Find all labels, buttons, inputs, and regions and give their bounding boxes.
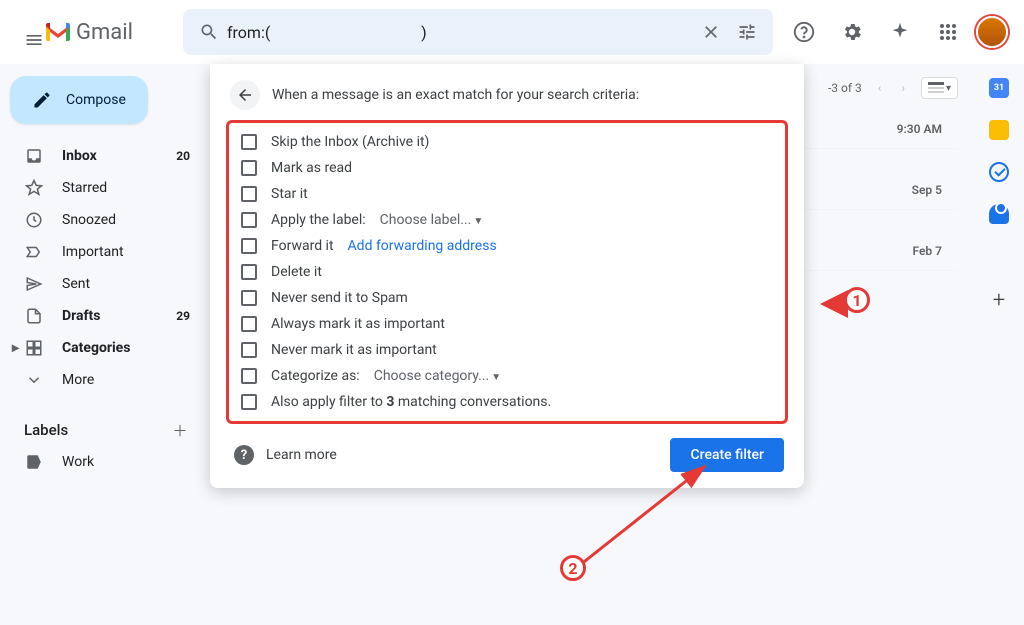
checkbox-icon[interactable] xyxy=(241,316,257,332)
nav-starred[interactable]: Starred xyxy=(0,172,202,204)
arrow-icon xyxy=(570,455,730,575)
sidebar: Compose Inbox20 Starred Snoozed Importan… xyxy=(0,64,210,625)
contacts-icon[interactable] xyxy=(989,204,1009,224)
filter-heading: When a message is an exact match for you… xyxy=(272,87,639,103)
checkbox-icon[interactable] xyxy=(241,134,257,150)
hamburger-icon[interactable] xyxy=(16,22,36,42)
header-actions xyxy=(784,12,1008,52)
option-skip-inbox[interactable]: Skip the Inbox (Archive it) xyxy=(237,129,777,155)
user-avatar[interactable] xyxy=(976,16,1008,48)
category-dropdown[interactable]: Choose category...▼ xyxy=(374,368,501,384)
drafts-icon xyxy=(24,306,44,326)
learn-more-link[interactable]: Learn more xyxy=(266,447,337,463)
checkbox-icon[interactable] xyxy=(241,160,257,176)
option-always-important[interactable]: Always mark it as important xyxy=(237,311,777,337)
inbox-icon xyxy=(24,146,44,166)
option-categorize[interactable]: Categorize as:Choose category...▼ xyxy=(237,363,777,389)
nav-important[interactable]: Important xyxy=(0,236,202,268)
checkbox-icon[interactable] xyxy=(241,212,257,228)
chevron-down-icon xyxy=(24,370,44,390)
categories-icon xyxy=(24,338,44,358)
back-button[interactable] xyxy=(230,80,260,110)
label-dropdown[interactable]: Choose label...▼ xyxy=(380,212,484,228)
labels-header: Labels ＋ xyxy=(0,414,202,446)
prev-page-icon[interactable]: ‹ xyxy=(874,77,886,99)
help-icon[interactable] xyxy=(784,12,824,52)
search-bar[interactable] xyxy=(183,9,773,55)
checkbox-icon[interactable] xyxy=(241,238,257,254)
keep-icon[interactable] xyxy=(989,120,1009,140)
apps-icon[interactable] xyxy=(928,12,968,52)
checkbox-icon[interactable] xyxy=(241,290,257,306)
side-panel: + xyxy=(974,64,1024,625)
annotation-badge-2: 2 xyxy=(560,555,586,581)
option-never-important[interactable]: Never mark it as important xyxy=(237,337,777,363)
sent-icon xyxy=(24,274,44,294)
annotation-1: 1 xyxy=(820,290,848,318)
tasks-icon[interactable] xyxy=(989,162,1009,182)
checkbox-icon[interactable] xyxy=(241,186,257,202)
header: Gmail xyxy=(0,0,1024,64)
clear-icon[interactable] xyxy=(693,14,729,50)
option-never-spam[interactable]: Never send it to Spam xyxy=(237,285,777,311)
nav-sent[interactable]: Sent xyxy=(0,268,202,300)
tune-icon[interactable] xyxy=(729,14,765,50)
star-icon xyxy=(24,178,44,198)
nav-drafts[interactable]: Drafts29 xyxy=(0,300,202,332)
search-icon[interactable] xyxy=(191,14,227,50)
search-input[interactable] xyxy=(227,23,693,42)
compose-label: Compose xyxy=(66,92,126,108)
checkbox-icon[interactable] xyxy=(241,368,257,384)
filter-panel: When a message is an exact match for you… xyxy=(210,64,804,488)
split-pane-button[interactable]: ▾ xyxy=(921,77,958,99)
gmail-logo[interactable]: Gmail xyxy=(44,20,133,45)
add-forwarding-link[interactable]: Add forwarding address xyxy=(348,238,497,254)
nav-categories[interactable]: ▸Categories xyxy=(0,332,202,364)
compose-button[interactable]: Compose xyxy=(10,76,148,124)
tag-icon xyxy=(24,452,44,472)
clock-icon xyxy=(24,210,44,230)
filter-options-box: Skip the Inbox (Archive it) Mark as read… xyxy=(226,120,788,424)
option-apply-label[interactable]: Apply the label:Choose label...▼ xyxy=(237,207,777,233)
important-icon xyxy=(24,242,44,262)
option-forward-it[interactable]: Forward itAdd forwarding address xyxy=(237,233,777,259)
nav-more[interactable]: More xyxy=(0,364,202,396)
checkbox-icon[interactable] xyxy=(241,264,257,280)
nav-snoozed[interactable]: Snoozed xyxy=(0,204,202,236)
nav-inbox[interactable]: Inbox20 xyxy=(0,140,202,172)
calendar-icon[interactable] xyxy=(989,78,1009,98)
annotation-badge-1: 1 xyxy=(844,287,870,313)
label-work[interactable]: Work xyxy=(0,446,202,478)
settings-icon[interactable] xyxy=(832,12,872,52)
next-page-icon[interactable]: › xyxy=(897,77,909,99)
option-star-it[interactable]: Star it xyxy=(237,181,777,207)
addons-plus-icon[interactable]: + xyxy=(993,288,1005,313)
option-mark-read[interactable]: Mark as read xyxy=(237,155,777,181)
logo-text: Gmail xyxy=(76,20,133,45)
help-badge-icon[interactable]: ? xyxy=(234,445,254,465)
add-label-icon[interactable]: ＋ xyxy=(170,420,190,440)
checkbox-icon[interactable] xyxy=(241,342,257,358)
sparkle-icon[interactable] xyxy=(880,12,920,52)
option-also-apply[interactable]: Also apply filter to 3 matching conversa… xyxy=(237,389,777,415)
result-count: -3 of 3 xyxy=(828,81,862,95)
caret-icon: ▸ xyxy=(12,340,24,356)
option-delete-it[interactable]: Delete it xyxy=(237,259,777,285)
checkbox-icon[interactable] xyxy=(241,394,257,410)
